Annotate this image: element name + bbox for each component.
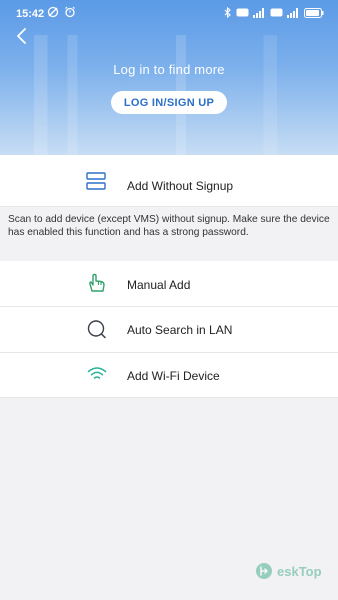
back-chevron-icon[interactable] — [12, 26, 32, 46]
hand-pointer-icon — [89, 273, 105, 292]
add-wifi-device-label: Add Wi-Fi Device — [127, 369, 220, 383]
add-without-signup-row[interactable]: Add Without Signup — [0, 155, 338, 207]
battery-icon — [304, 7, 324, 18]
bluetooth-icon — [224, 7, 231, 18]
manual-add-row[interactable]: Manual Add — [0, 261, 338, 306]
scan-frame-icon — [86, 172, 106, 190]
hd-badge-icon — [270, 8, 283, 17]
login-prompt-text: Log in to find more — [113, 62, 225, 77]
status-bar: 15:42 — [0, 0, 338, 28]
status-time: 15:42 — [16, 8, 45, 20]
alarm-icon — [65, 6, 75, 18]
watermark-text: eskTop — [277, 563, 322, 579]
wifi-icon — [87, 367, 107, 379]
signal-icon — [253, 7, 264, 18]
manual-add-label: Manual Add — [127, 278, 191, 292]
do-not-disturb-icon — [47, 6, 59, 18]
add-without-signup-description: Scan to add device (except VMS) without … — [0, 207, 338, 261]
search-bubble-icon — [87, 320, 106, 339]
watermark: eskTop — [255, 562, 322, 580]
login-signup-button[interactable]: LOG IN/SIGN UP — [111, 91, 227, 114]
auto-search-lan-row[interactable]: Auto Search in LAN — [0, 307, 338, 352]
hd-badge-icon — [236, 8, 249, 17]
add-without-signup-label: Add Without Signup — [127, 179, 234, 193]
add-wifi-device-row[interactable]: Add Wi-Fi Device — [0, 353, 338, 397]
header-banner: 15:42 Log in to find more LOG IN/SIGN UP — [0, 0, 338, 155]
divider — [0, 397, 338, 398]
signal-icon — [287, 7, 298, 18]
auto-search-lan-label: Auto Search in LAN — [127, 323, 233, 337]
watermark-logo-icon — [256, 563, 272, 579]
